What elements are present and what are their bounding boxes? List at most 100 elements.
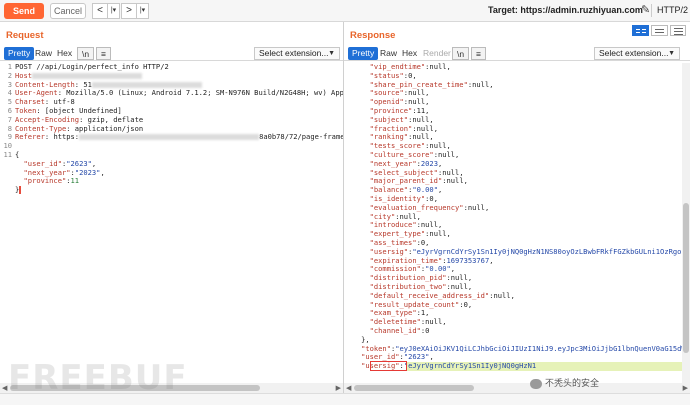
wechat-credit: 不秃头的安全 — [530, 376, 599, 389]
response-menu-icon[interactable]: ≡ — [471, 47, 486, 60]
response-view-tabs: Pretty Raw Hex Render \n ≡ Select extens… — [344, 45, 690, 61]
response-tab-hex[interactable]: Hex — [398, 47, 421, 60]
code-token: :null, — [425, 229, 451, 239]
code-token: "balance" — [344, 185, 409, 195]
code-token: "openid" — [344, 97, 404, 107]
response-tab-render[interactable]: Render — [419, 47, 455, 60]
code-token: "city" — [344, 211, 396, 221]
code-token: "culture_score" — [344, 149, 434, 159]
line-number: 11 — [3, 149, 12, 159]
code-token: POST //api/Login/perfect_info HTTP/2 — [15, 63, 169, 71]
code-token: : Mozilla/5.0 (Linux; Android 7.1.2; SM-… — [57, 88, 343, 98]
code-token: "channel_id" — [344, 325, 421, 335]
response-title: Response — [350, 30, 396, 41]
request-extension-select-label: Select extension... — [259, 48, 329, 58]
code-token: 2023 — [420, 158, 438, 168]
code-token: "token" — [344, 343, 391, 353]
code-token: :null, — [489, 290, 515, 300]
code-token: "province" — [15, 176, 67, 186]
code-token: "user_id" — [344, 352, 400, 362]
response-hscroll-thumb[interactable] — [354, 385, 474, 391]
scroll-left-icon[interactable]: ◀ — [2, 384, 7, 392]
toolbar-separator — [651, 4, 652, 17]
code-token: 8a0b78/72/page-frame.html — [259, 132, 343, 142]
code-token: }, — [344, 334, 370, 344]
code-token: "2623" — [403, 352, 430, 362]
code-token: :null, — [467, 79, 494, 89]
http-version-label[interactable]: HTTP/2 — [657, 5, 688, 15]
code-token: :null, — [416, 220, 443, 230]
code-token: Token — [15, 105, 37, 115]
chevron-down-icon: ▼ — [668, 50, 675, 57]
pencil-icon[interactable]: ✎ — [641, 3, 650, 16]
chevron-down-icon: ▼ — [328, 50, 335, 57]
response-horizontal-scrollbar[interactable]: ◀ ▶ — [344, 383, 690, 393]
code-token: "eJyrVgrnCdYrSy1Sn1Iy0jNQ0gHzN1 — [403, 361, 537, 371]
code-token: , — [437, 158, 443, 168]
code-token: :null, — [403, 97, 430, 107]
back-history-dropdown[interactable]: |▾ — [107, 3, 120, 19]
response-scroll-thumb[interactable] — [683, 203, 689, 353]
code-token: "province" — [344, 105, 413, 115]
split-vertical-layout-icon[interactable] — [632, 25, 649, 36]
request-extension-select[interactable]: Select extension... ▼ — [254, 47, 340, 60]
request-editor[interactable]: 1 POST //api/Login/perfect_info HTTP/2 2 Ho… — [0, 63, 343, 381]
back-button[interactable]: < — [92, 3, 108, 19]
code-token: , — [91, 158, 97, 168]
code-line: 1 POST //api/Login/perfect_info HTTP/2 — [0, 63, 343, 72]
response-editor[interactable]: "vip_endtime":null, "status":0, "share_p… — [344, 63, 682, 383]
code-token: :11, — [412, 105, 430, 115]
code-token: :null, — [446, 281, 473, 291]
code-token: :0, — [425, 193, 438, 203]
code-token: "eJyrVgrnCdYrSy1Sn1Iy0jNQ0gHzN1NS80oyOzL… — [412, 246, 682, 256]
tabs-layout-icon[interactable] — [670, 25, 686, 36]
request-tab-hex[interactable]: Hex — [53, 47, 76, 60]
response-newline-toggle[interactable]: \n — [452, 47, 470, 60]
code-token: : [object Undefined] — [36, 105, 122, 115]
code-token: Content-Type — [15, 123, 67, 133]
code-token: "eyJ0eXAiOiJKV1QiLCJhbGciOiJIUzI1NiJ9.ey… — [395, 343, 682, 353]
redacted-text — [32, 72, 143, 79]
code-token: "fraction" — [344, 123, 413, 133]
code-token: "expiration_time" — [344, 255, 443, 265]
request-title: Request — [6, 30, 44, 41]
code-token: "commission" — [344, 264, 421, 274]
code-token: :null, — [446, 273, 473, 283]
code-token: :null, — [463, 202, 490, 212]
split-horizontal-layout-icon[interactable] — [651, 25, 668, 36]
response-extension-select[interactable]: Select extension... ▼ — [594, 47, 680, 60]
code-token: "vip_endtime" — [344, 63, 426, 71]
code-token: :null, — [395, 211, 421, 221]
code-token: , — [437, 185, 443, 195]
scroll-right-icon[interactable]: ▶ — [683, 384, 688, 392]
cancel-button[interactable]: Cancel — [50, 3, 86, 19]
code-token: :null, — [420, 317, 447, 327]
code-token: :1, — [416, 308, 430, 318]
code-token: "expert_type" — [344, 229, 426, 239]
request-tab-pretty[interactable]: Pretty — [4, 47, 35, 60]
scroll-left-icon[interactable]: ◀ — [346, 384, 351, 392]
token-highlight-box — [370, 361, 407, 371]
code-token: , — [100, 167, 105, 177]
code-token: Referer — [15, 132, 45, 142]
response-tab-pretty[interactable]: Pretty — [348, 47, 379, 60]
code-token: Charset — [15, 97, 45, 107]
response-vertical-scrollbar[interactable] — [682, 63, 690, 383]
response-extension-select-label: Select extension... — [599, 48, 669, 58]
request-menu-icon[interactable]: ≡ — [96, 47, 111, 60]
code-token: "ass_times" — [344, 237, 417, 247]
code-line: "channel_id":0 — [344, 325, 682, 336]
scroll-right-icon[interactable]: ▶ — [336, 384, 341, 392]
code-token: "distribution_pid" — [344, 273, 447, 283]
forward-history-dropdown[interactable]: |▾ — [136, 3, 149, 19]
code-token: "subject" — [344, 114, 409, 124]
code-token: :null, — [412, 123, 438, 133]
code-token: 11 — [70, 176, 80, 186]
code-line: 9Referer: https:8a0b78/72/page-frame.htm… — [0, 132, 343, 142]
code-token: :0, — [403, 70, 417, 80]
request-newline-toggle[interactable]: \n — [77, 47, 95, 60]
code-token: "2023" — [74, 167, 101, 177]
forward-button[interactable]: > — [121, 3, 137, 19]
code-token: "share_pin_create_time" — [344, 79, 468, 89]
send-button[interactable]: Send — [4, 3, 44, 19]
